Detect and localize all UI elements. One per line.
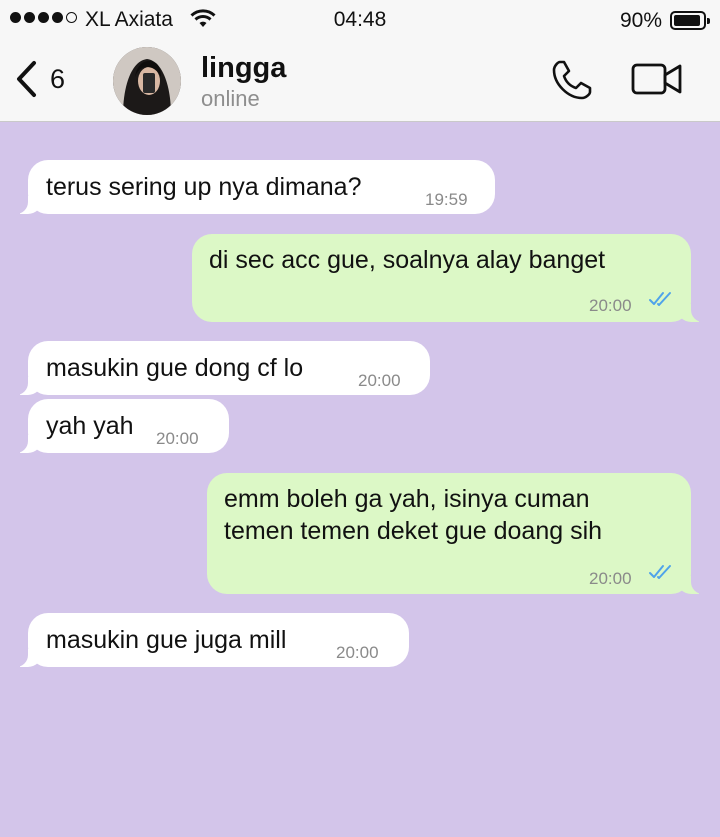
message-text: masukin gue juga mill	[46, 626, 287, 654]
message-text: masukin gue dong cf lo	[46, 354, 304, 382]
message-text: terus sering up nya dimana?	[46, 173, 362, 201]
back-chevron-icon	[17, 61, 36, 97]
message-text: yah yah	[46, 412, 134, 440]
incoming-message[interactable]: yah yah 20:00	[16, 399, 229, 453]
contact-name[interactable]: lingga	[201, 52, 286, 85]
incoming-message[interactable]: terus sering up nya dimana? 19:59	[16, 160, 495, 214]
back-button[interactable]: 6	[14, 60, 65, 98]
incoming-message[interactable]: masukin gue juga mill 20:00	[16, 613, 409, 667]
battery-icon	[670, 11, 710, 30]
video-camera-icon[interactable]	[631, 62, 683, 96]
message-time: 20:00	[156, 429, 199, 448]
unread-count: 6	[50, 63, 66, 94]
chat-header: 6 lingga online	[0, 40, 720, 122]
avatar[interactable]	[113, 47, 181, 115]
double-check-icon	[649, 292, 671, 306]
message-text-line-1: emm boleh ga yah, isinya cuman	[224, 485, 590, 513]
message-time: 20:00	[589, 296, 632, 315]
double-check-icon	[649, 565, 671, 579]
message-time: 20:00	[336, 643, 379, 662]
status-bar: XL Axiata 04:48 90%	[0, 0, 720, 40]
phone-icon[interactable]	[550, 58, 594, 102]
message-time: 19:59	[425, 190, 468, 209]
message-time: 20:00	[358, 371, 401, 390]
outgoing-message[interactable]: emm boleh ga yah, isinya cuman temen tem…	[207, 473, 703, 594]
clock: 04:48	[333, 8, 387, 31]
message-text: di sec acc gue, soalnya alay banget	[209, 246, 606, 274]
battery-percentage: 90%	[620, 9, 663, 32]
message-time: 20:00	[589, 569, 632, 588]
contact-status: online	[201, 86, 260, 111]
incoming-message[interactable]: masukin gue dong cf lo 20:00	[16, 341, 430, 395]
outgoing-message[interactable]: di sec acc gue, soalnya alay banget 20:0…	[192, 234, 703, 322]
message-text-line-2: temen temen deket gue doang sih	[224, 517, 603, 545]
